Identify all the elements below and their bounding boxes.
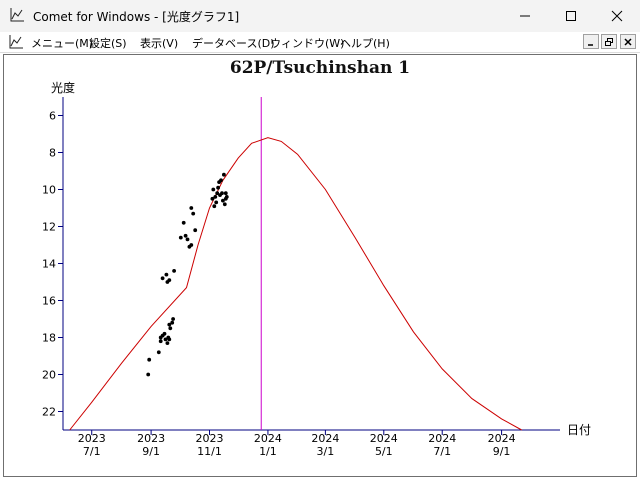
close-icon xyxy=(611,10,623,22)
mdi-minimize-icon xyxy=(588,43,593,46)
chart-window[interactable] xyxy=(3,54,637,477)
close-button[interactable] xyxy=(594,0,640,32)
x-axis-label: 日付 xyxy=(567,423,592,437)
menu-item-window[interactable]: ウィンドウ(W) xyxy=(270,35,344,51)
mdi-restore-icon xyxy=(605,37,613,46)
chart-app-icon xyxy=(10,8,24,22)
mdi-restore-button[interactable] xyxy=(601,34,617,49)
menu-item-settings[interactable]: 設定(S) xyxy=(89,35,127,51)
menu-bar: メニュー(M) 設定(S) 表示(V) データベース(D) ウィンドウ(W) ヘ… xyxy=(0,32,640,53)
mdi-close-button[interactable] xyxy=(620,34,636,49)
maximize-button[interactable] xyxy=(548,0,594,32)
menu-item-view[interactable]: 表示(V) xyxy=(140,35,178,51)
mdi-close-icon xyxy=(624,37,632,46)
minimize-icon xyxy=(520,15,530,17)
title-bar[interactable]: Comet for Windows - [光度グラフ1] xyxy=(0,0,640,32)
chart-title: 62P/Tsuchinshan 1 xyxy=(229,58,411,78)
menu-item-database[interactable]: データベース(D) xyxy=(192,35,275,51)
maximize-icon xyxy=(566,11,576,21)
menu-item-help[interactable]: ヘルプ(H) xyxy=(340,35,390,51)
chart-document-icon[interactable] xyxy=(8,34,24,50)
window-title: Comet for Windows - [光度グラフ1] xyxy=(33,10,240,24)
minimize-button[interactable] xyxy=(502,0,548,32)
y-axis-label: 光度 xyxy=(51,81,76,95)
mdi-minimize-button[interactable] xyxy=(583,34,599,49)
menu-item-menu[interactable]: メニュー(M) xyxy=(31,35,93,51)
